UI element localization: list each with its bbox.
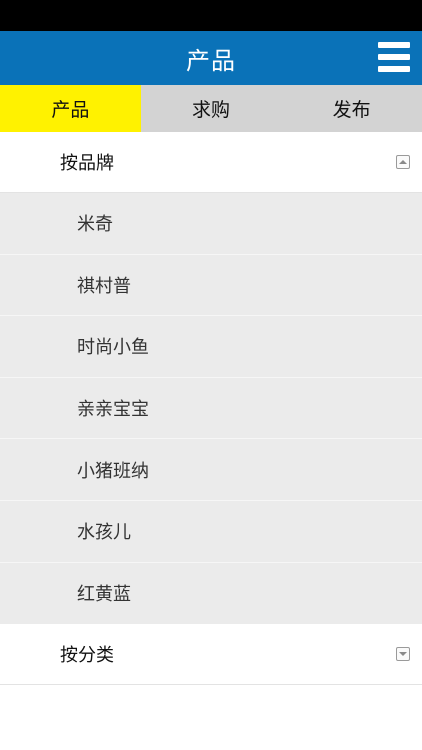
expand-arrow-icon[interactable]	[396, 647, 410, 662]
tab-purchase-requests[interactable]: 求购	[141, 85, 282, 132]
brand-list: 米奇 祺村普 时尚小鱼 亲亲宝宝 小猪班纳 水孩儿 红黄蓝	[0, 193, 422, 625]
menu-line	[378, 66, 410, 72]
list-item-brand[interactable]: 时尚小鱼	[0, 316, 422, 378]
list-item-brand[interactable]: 水孩儿	[0, 501, 422, 563]
tab-bar: 产品 求购 发布	[0, 85, 422, 132]
section-title: 按分类	[60, 645, 114, 667]
list-item-brand[interactable]: 亲亲宝宝	[0, 378, 422, 440]
hamburger-menu-icon[interactable]	[378, 42, 410, 72]
menu-line	[378, 42, 410, 48]
list-item-brand[interactable]: 祺村普	[0, 255, 422, 317]
app-bar: 产品	[0, 31, 422, 85]
section-by-category[interactable]: 按分类	[0, 624, 422, 686]
list-item-brand[interactable]: 红黄蓝	[0, 563, 422, 625]
list-item-brand[interactable]: 米奇	[0, 193, 422, 255]
status-bar	[0, 0, 422, 31]
section-by-brand[interactable]: 按品牌	[0, 132, 422, 193]
list-item-brand[interactable]: 小猪班纳	[0, 439, 422, 501]
page-title: 产品	[186, 46, 236, 75]
menu-line	[378, 54, 410, 60]
tab-publish[interactable]: 发布	[281, 85, 422, 132]
collapse-arrow-icon[interactable]	[396, 155, 410, 169]
tab-products[interactable]: 产品	[0, 85, 141, 132]
section-title: 按品牌	[60, 153, 114, 174]
